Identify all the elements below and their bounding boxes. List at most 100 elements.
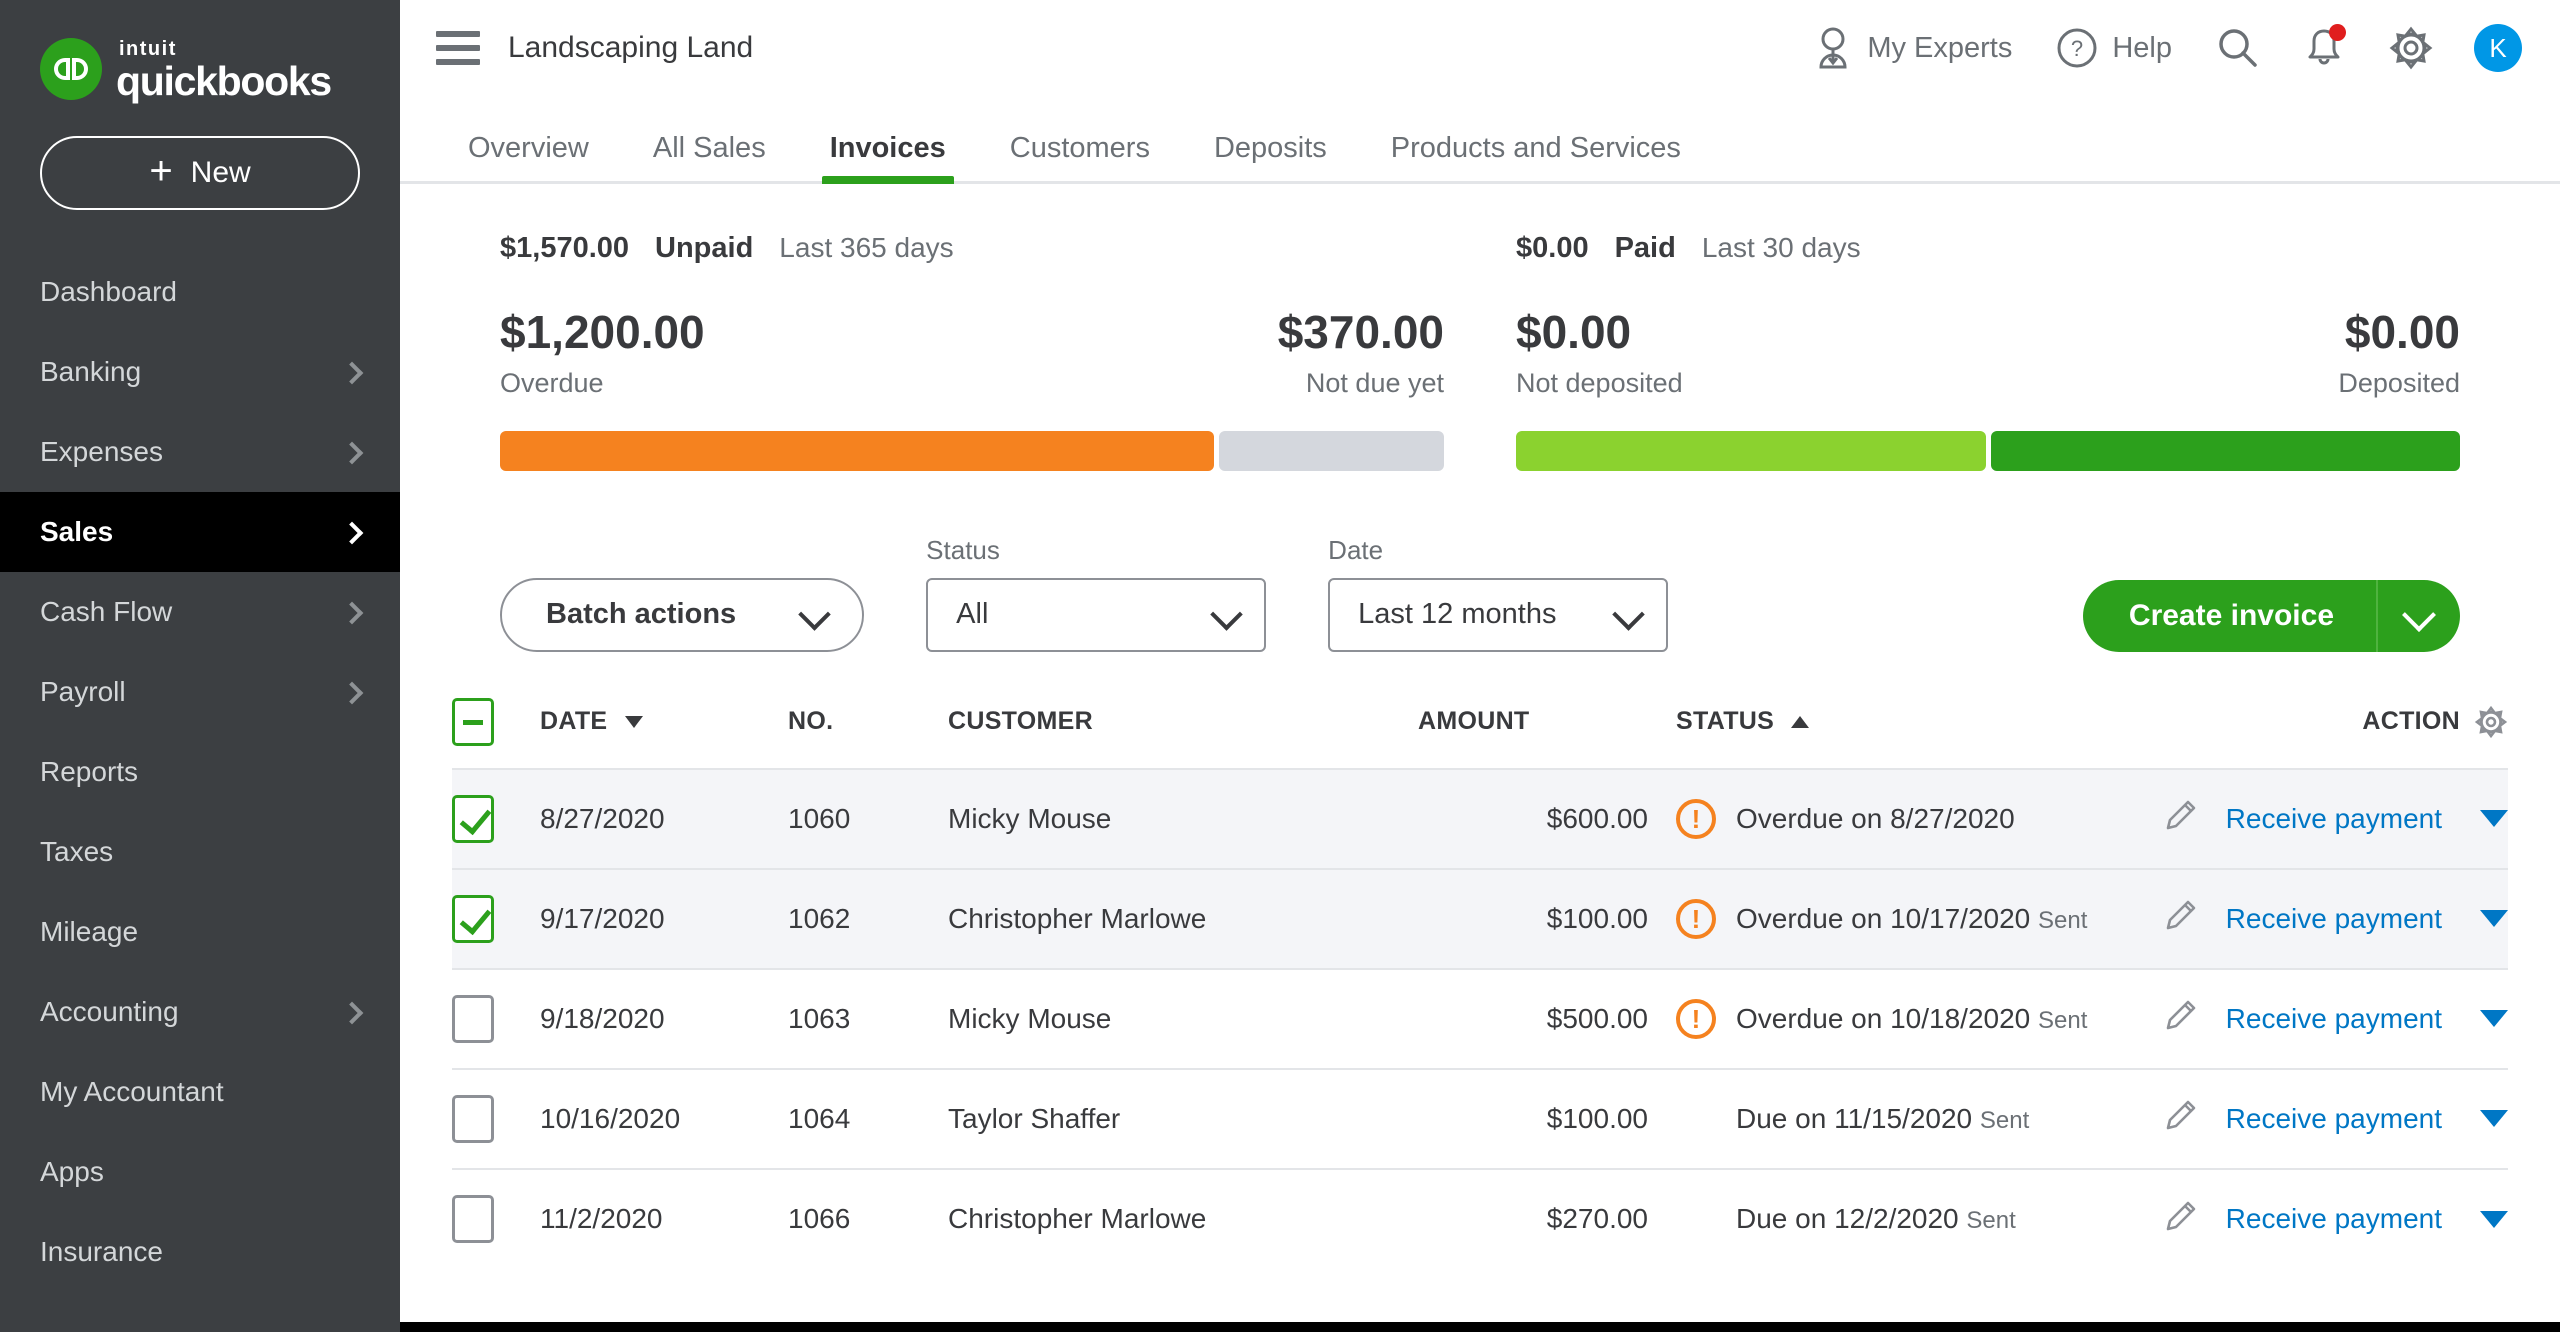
tab-label: Invoices	[830, 132, 946, 164]
row-action-dropdown-icon[interactable]	[2480, 810, 2508, 827]
column-label-action: ACTION	[2362, 707, 2460, 736]
sidebar-item-label: Reports	[40, 756, 138, 788]
tab-label: All Sales	[653, 132, 766, 164]
hamburger-icon[interactable]	[436, 31, 480, 65]
sidebar-item-expenses[interactable]: Expenses	[0, 412, 400, 492]
row-checkbox[interactable]	[452, 1095, 494, 1143]
sidebar-item-dashboard[interactable]: Dashboard	[0, 252, 400, 332]
row-amount: $100.00	[1418, 869, 1648, 969]
select-all-checkbox[interactable]	[452, 698, 494, 746]
unpaid-period: Last 365 days	[779, 232, 953, 264]
overdue-block[interactable]: $1,200.00 Overdue	[500, 307, 705, 399]
column-header-amount[interactable]: AMOUNT	[1418, 698, 1648, 769]
my-experts-button[interactable]: My Experts	[1791, 16, 2034, 80]
select-all-header	[452, 698, 540, 769]
receive-payment-link[interactable]: Receive payment	[2226, 1003, 2442, 1035]
gear-icon[interactable]	[2474, 705, 2508, 739]
not-due-yet-bar-segment[interactable]	[1219, 431, 1444, 471]
receive-payment-link[interactable]: Receive payment	[2226, 803, 2442, 835]
column-header-no[interactable]: NO.	[788, 698, 948, 769]
table-row[interactable]: 11/2/2020 1066 Christopher Marlowe $270.…	[452, 1169, 2508, 1269]
row-checkbox[interactable]	[452, 895, 494, 943]
quickbooks-logo[interactable]: intuit quickbooks	[0, 0, 400, 108]
sidebar-item-insurance[interactable]: Insurance	[0, 1212, 400, 1292]
new-button[interactable]: + New	[40, 136, 360, 210]
row-amount: $270.00	[1418, 1169, 1648, 1269]
sidebar-item-label: Apps	[40, 1156, 104, 1188]
search-button[interactable]	[2194, 16, 2282, 80]
sidebar: intuit quickbooks + New Dashboard Bankin…	[0, 0, 400, 1332]
receive-payment-link[interactable]: Receive payment	[2226, 903, 2442, 935]
row-action-dropdown-icon[interactable]	[2480, 1211, 2508, 1228]
notifications-button[interactable]	[2282, 16, 2366, 80]
not-deposited-block[interactable]: $0.00 Not deposited	[1516, 307, 1683, 399]
row-checkbox[interactable]	[452, 995, 494, 1043]
row-checkbox[interactable]	[452, 795, 494, 843]
receive-payment-link[interactable]: Receive payment	[2226, 1203, 2442, 1235]
not-deposited-bar-segment[interactable]	[1516, 431, 1986, 471]
row-checkbox[interactable]	[452, 1195, 494, 1243]
deposited-bar-segment[interactable]	[1991, 431, 2461, 471]
help-button[interactable]: ? Help	[2034, 16, 2194, 80]
table-row[interactable]: 10/16/2020 1064 Taylor Shaffer $100.00 D…	[452, 1069, 2508, 1169]
edit-pencil-icon[interactable]	[2164, 798, 2198, 839]
sidebar-item-mileage[interactable]: Mileage	[0, 892, 400, 972]
filter-toolbar: Batch actions Status All Date Last 12 mo…	[400, 471, 2560, 652]
tab-all-sales[interactable]: All Sales	[621, 134, 798, 181]
create-invoice-button[interactable]: Create invoice	[2083, 580, 2376, 652]
sidebar-item-sales[interactable]: Sales	[0, 492, 400, 572]
row-action-dropdown-icon[interactable]	[2480, 1010, 2508, 1027]
avatar[interactable]: K	[2474, 24, 2522, 72]
overdue-bar-segment[interactable]	[500, 431, 1214, 471]
status-select[interactable]: All	[926, 578, 1266, 652]
sidebar-item-cash-flow[interactable]: Cash Flow	[0, 572, 400, 652]
sidebar-item-apps[interactable]: Apps	[0, 1132, 400, 1212]
page-title: Landscaping Land	[508, 31, 753, 65]
row-date: 9/17/2020	[540, 869, 788, 969]
settings-button[interactable]	[2366, 16, 2456, 80]
tab-deposits[interactable]: Deposits	[1182, 134, 1359, 181]
invoice-table-container: DATE NO. CUSTOMER AMOUNT	[400, 698, 2560, 1332]
table-row[interactable]: 9/18/2020 1063 Micky Mouse $500.00 ! Ove…	[452, 969, 2508, 1069]
sidebar-item-label: My Accountant	[40, 1076, 224, 1108]
sidebar-item-banking[interactable]: Banking	[0, 332, 400, 412]
column-header-customer[interactable]: CUSTOMER	[948, 698, 1418, 769]
date-filter: Date Last 12 months	[1328, 535, 1668, 652]
column-label-customer: CUSTOMER	[948, 707, 1093, 735]
deposited-block[interactable]: $0.00 Deposited	[2338, 307, 2460, 399]
edit-pencil-icon[interactable]	[2164, 1098, 2198, 1139]
tab-products-and-services[interactable]: Products and Services	[1359, 134, 1713, 181]
table-row[interactable]: 9/17/2020 1062 Christopher Marlowe $100.…	[452, 869, 2508, 969]
row-action-dropdown-icon[interactable]	[2480, 1110, 2508, 1127]
row-action-dropdown-icon[interactable]	[2480, 910, 2508, 927]
edit-pencil-icon[interactable]	[2164, 1199, 2198, 1240]
quickbooks-wordmark: intuit quickbooks	[116, 39, 331, 101]
not-due-yet-block[interactable]: $370.00 Not due yet	[1278, 307, 1444, 399]
sidebar-item-accounting[interactable]: Accounting	[0, 972, 400, 1052]
date-select[interactable]: Last 12 months	[1328, 578, 1668, 652]
edit-pencil-icon[interactable]	[2164, 898, 2198, 939]
row-status-primary: Overdue on 10/18/2020	[1736, 1003, 2030, 1034]
receive-payment-link[interactable]: Receive payment	[2226, 1103, 2442, 1135]
table-row[interactable]: 8/27/2020 1060 Micky Mouse $600.00 ! Ove…	[452, 769, 2508, 869]
row-action: Receive payment	[2208, 969, 2508, 1069]
paid-headline: $0.00 Paid Last 30 days	[1516, 232, 2460, 265]
tab-overview[interactable]: Overview	[436, 134, 621, 181]
create-invoice-dropdown-button[interactable]	[2376, 580, 2460, 652]
intuit-wordmark: intuit	[119, 39, 331, 59]
sidebar-item-reports[interactable]: Reports	[0, 732, 400, 812]
main-content: Landscaping Land My Experts	[400, 0, 2560, 1332]
tab-customers[interactable]: Customers	[978, 134, 1182, 181]
edit-pencil-icon[interactable]	[2164, 998, 2198, 1039]
sidebar-item-payroll[interactable]: Payroll	[0, 652, 400, 732]
column-header-status[interactable]: STATUS	[1648, 698, 2208, 769]
sidebar-item-taxes[interactable]: Taxes	[0, 812, 400, 892]
sidebar-item-my-accountant[interactable]: My Accountant	[0, 1052, 400, 1132]
sidebar-item-label: Payroll	[40, 676, 126, 708]
column-header-date[interactable]: DATE	[540, 698, 788, 769]
overdue-warning-icon: !	[1676, 899, 1716, 939]
tab-invoices[interactable]: Invoices	[798, 134, 978, 181]
batch-actions-label: Batch actions	[546, 598, 736, 631]
row-customer: Christopher Marlowe	[948, 869, 1418, 969]
batch-actions-button[interactable]: Batch actions	[500, 578, 864, 652]
